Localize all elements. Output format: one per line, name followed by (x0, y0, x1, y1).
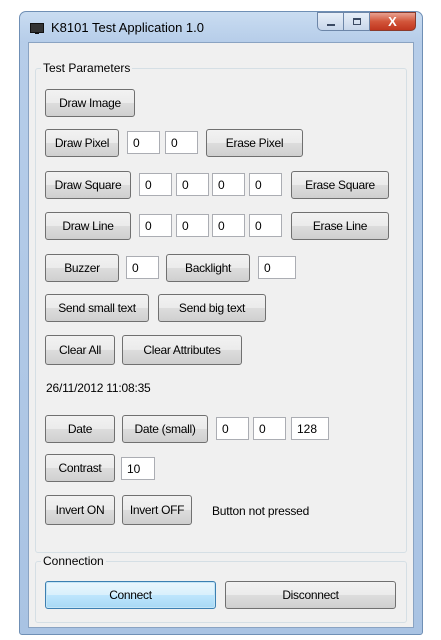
status-label: Button not pressed (212, 504, 310, 518)
app-window: K8101 Test Application 1.0 X Test Parame… (19, 11, 423, 635)
erase-line-button[interactable]: Erase Line (291, 212, 389, 240)
date-x-field[interactable] (216, 417, 249, 440)
draw-image-button[interactable]: Draw Image (45, 89, 135, 117)
caption-buttons: X (317, 12, 416, 32)
contrast-field[interactable] (121, 457, 155, 480)
invert-off-button[interactable]: Invert OFF (122, 495, 192, 525)
contrast-button[interactable]: Contrast (45, 454, 115, 482)
datetime-label: 26/11/2012 11:08:35 (46, 381, 151, 395)
maximize-button[interactable] (344, 12, 370, 31)
pixel-x-field[interactable] (127, 131, 160, 154)
draw-square-button[interactable]: Draw Square (45, 171, 131, 199)
clear-attributes-button[interactable]: Clear Attributes (122, 335, 242, 365)
close-button[interactable]: X (370, 12, 416, 31)
minimize-icon (326, 23, 335, 26)
window-title: K8101 Test Application 1.0 (51, 20, 204, 35)
line-x1-field[interactable] (139, 214, 172, 237)
erase-square-button[interactable]: Erase Square (291, 171, 389, 199)
buzzer-field[interactable] (126, 256, 159, 279)
date-color-field[interactable] (291, 417, 329, 440)
date-button[interactable]: Date (45, 415, 115, 443)
maximize-icon (352, 18, 361, 25)
pixel-y-field[interactable] (165, 131, 198, 154)
close-icon: X (388, 14, 397, 29)
square-x1-field[interactable] (139, 173, 172, 196)
draw-pixel-button[interactable]: Draw Pixel (45, 129, 119, 157)
minimize-button[interactable] (317, 12, 344, 31)
date-y-field[interactable] (253, 417, 286, 440)
erase-pixel-button[interactable]: Erase Pixel (206, 129, 303, 157)
line-x2-field[interactable] (212, 214, 245, 237)
disconnect-button[interactable]: Disconnect (225, 581, 396, 609)
square-y1-field[interactable] (176, 173, 209, 196)
date-small-button[interactable]: Date (small) (122, 415, 208, 443)
send-small-text-button[interactable]: Send small text (45, 294, 149, 322)
clear-all-button[interactable]: Clear All (45, 335, 115, 365)
test-parameters-label: Test Parameters (41, 61, 133, 75)
connect-button[interactable]: Connect (45, 581, 216, 609)
invert-on-button[interactable]: Invert ON (45, 495, 115, 525)
backlight-field[interactable] (258, 256, 296, 279)
app-icon (30, 23, 44, 34)
client-area: Test Parameters Draw Image Draw Pixel Er… (28, 42, 414, 628)
square-y2-field[interactable] (249, 173, 282, 196)
title-bar[interactable]: K8101 Test Application 1.0 X (20, 12, 422, 40)
buzzer-button[interactable]: Buzzer (45, 254, 119, 282)
connection-label: Connection (41, 554, 106, 568)
send-big-text-button[interactable]: Send big text (158, 294, 266, 322)
line-y2-field[interactable] (249, 214, 282, 237)
backlight-button[interactable]: Backlight (166, 254, 250, 282)
square-x2-field[interactable] (212, 173, 245, 196)
draw-line-button[interactable]: Draw Line (45, 212, 131, 240)
line-y1-field[interactable] (176, 214, 209, 237)
